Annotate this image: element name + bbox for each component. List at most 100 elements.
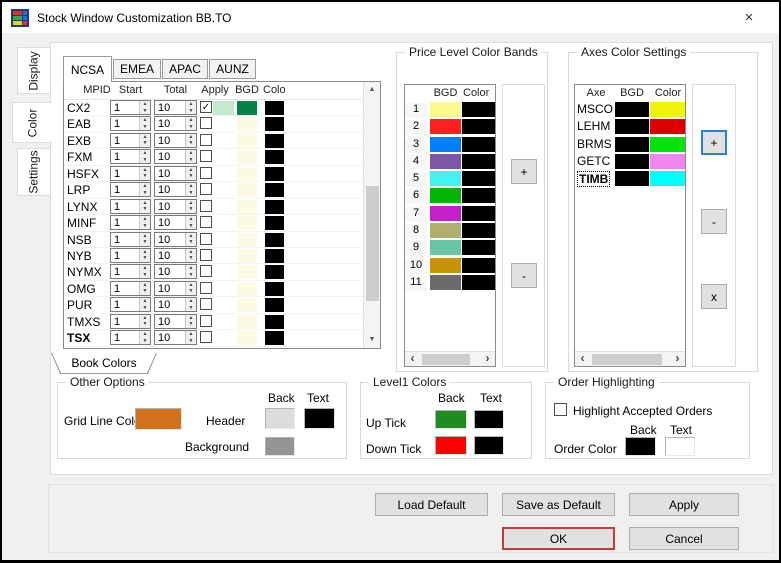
spinner-down-icon[interactable]: ▼	[140, 124, 150, 131]
band-bgd-swatch[interactable]	[430, 223, 461, 239]
price-band-remove-button[interactable]: -	[511, 263, 537, 288]
spinner-down-icon[interactable]: ▼	[186, 206, 196, 213]
spinner-down-icon[interactable]: ▼	[140, 272, 150, 279]
axe-color-swatch[interactable]	[650, 136, 685, 152]
total-spinner[interactable]: 10 ▲ ▼	[154, 165, 197, 181]
axe-bgd-swatch[interactable]	[615, 102, 649, 117]
band-bgd-swatch[interactable]	[430, 240, 461, 256]
band-color-swatch[interactable]	[462, 257, 495, 273]
apply-checkbox[interactable]	[200, 150, 212, 163]
band-color-swatch[interactable]	[462, 188, 495, 204]
total-spinner[interactable]: 10 ▲ ▼	[154, 100, 197, 115]
text-color-swatch[interactable]	[265, 248, 284, 263]
bgd-color-swatch[interactable]	[237, 199, 257, 214]
down-tick-back-swatch[interactable]	[435, 436, 467, 455]
order-text-swatch[interactable]	[665, 437, 695, 456]
start-spinner[interactable]: 1 ▲ ▼	[110, 165, 151, 181]
band-color-swatch[interactable]	[462, 274, 495, 290]
start-spinner[interactable]: 1 ▲ ▼	[110, 264, 151, 280]
total-spinner[interactable]: 10 ▲ ▼	[154, 313, 197, 329]
text-color-swatch[interactable]	[265, 232, 284, 247]
book-colors-sheet-tab[interactable]: Book Colors	[51, 353, 157, 374]
total-spinner[interactable]: 10 ▲ ▼	[154, 297, 197, 313]
total-spinner[interactable]: 10 ▲ ▼	[154, 247, 197, 263]
apply-checkbox[interactable]	[200, 314, 212, 327]
axe-bgd-swatch[interactable]	[615, 136, 649, 152]
text-color-swatch[interactable]	[265, 117, 284, 132]
apply-checkbox[interactable]	[200, 199, 212, 212]
scroll-left-icon[interactable]: ‹	[575, 352, 590, 366]
band-color-swatch[interactable]	[462, 102, 495, 117]
band-bgd-swatch[interactable]	[430, 102, 461, 117]
axe-bgd-swatch[interactable]	[615, 119, 649, 135]
spinner-down-icon[interactable]: ▼	[186, 140, 196, 147]
apply-checkbox[interactable]	[200, 133, 212, 146]
apply-checkbox[interactable]	[200, 183, 212, 196]
header-back-swatch[interactable]	[265, 408, 295, 429]
bgd-color-swatch[interactable]	[237, 298, 257, 313]
load-default-button[interactable]: Load Default	[375, 493, 488, 516]
axe-color-swatch[interactable]	[650, 119, 685, 135]
axes-remove-button[interactable]: -	[701, 209, 727, 234]
axe-bgd-swatch[interactable]	[615, 171, 649, 187]
spinner-down-icon[interactable]: ▼	[186, 321, 196, 328]
scroll-right-icon[interactable]: ›	[480, 352, 495, 366]
side-tab-settings[interactable]: Settings	[17, 148, 50, 196]
bgd-color-swatch[interactable]	[237, 117, 257, 132]
axe-label[interactable]: LEHM	[577, 119, 610, 133]
scroll-left-icon[interactable]: ‹	[405, 352, 420, 366]
band-bgd-swatch[interactable]	[430, 153, 461, 169]
apply-checkbox[interactable]	[200, 298, 212, 311]
scroll-down-icon[interactable]: ▼	[364, 332, 380, 348]
band-bgd-swatch[interactable]	[430, 188, 461, 204]
bgd-color-swatch[interactable]	[237, 232, 257, 247]
up-tick-back-swatch[interactable]	[435, 410, 467, 429]
spinner-down-icon[interactable]: ▼	[140, 255, 150, 262]
spinner-down-icon[interactable]: ▼	[186, 108, 196, 115]
bgd-color-swatch[interactable]	[237, 101, 257, 115]
scroll-up-icon[interactable]: ▲	[364, 82, 380, 98]
band-bgd-swatch[interactable]	[430, 136, 461, 152]
start-spinner[interactable]: 1 ▲ ▼	[110, 247, 151, 263]
text-color-swatch[interactable]	[265, 133, 284, 148]
start-spinner[interactable]: 1 ▲ ▼	[110, 132, 151, 148]
spinner-down-icon[interactable]: ▼	[140, 108, 150, 115]
start-spinner[interactable]: 1 ▲ ▼	[110, 280, 151, 296]
ok-button[interactable]: OK	[502, 527, 615, 550]
price-bands-horizontal-scrollbar[interactable]: ‹ ›	[405, 351, 495, 366]
spinner-down-icon[interactable]: ▼	[140, 206, 150, 213]
text-color-swatch[interactable]	[265, 281, 284, 296]
background-swatch[interactable]	[265, 437, 295, 456]
start-spinner[interactable]: 1 ▲ ▼	[110, 231, 151, 247]
total-spinner[interactable]: 10 ▲ ▼	[154, 215, 197, 231]
axe-label[interactable]: TIMB	[577, 171, 611, 188]
apply-checkbox[interactable]	[200, 166, 212, 179]
total-spinner[interactable]: 10 ▲ ▼	[154, 182, 197, 198]
band-color-swatch[interactable]	[462, 119, 495, 135]
cancel-button[interactable]: Cancel	[629, 527, 739, 550]
start-spinner[interactable]: 1 ▲ ▼	[110, 116, 151, 132]
band-color-swatch[interactable]	[462, 205, 495, 221]
spinner-down-icon[interactable]: ▼	[186, 338, 196, 345]
spinner-down-icon[interactable]: ▼	[140, 305, 150, 312]
spinner-down-icon[interactable]: ▼	[186, 190, 196, 197]
spinner-down-icon[interactable]: ▼	[186, 124, 196, 131]
bgd-color-swatch[interactable]	[237, 183, 257, 198]
spinner-down-icon[interactable]: ▼	[186, 272, 196, 279]
band-bgd-swatch[interactable]	[430, 171, 461, 187]
scrollbar-thumb[interactable]	[592, 354, 662, 365]
spinner-down-icon[interactable]: ▼	[186, 173, 196, 180]
band-color-swatch[interactable]	[462, 171, 495, 187]
spinner-down-icon[interactable]: ▼	[186, 288, 196, 295]
text-color-swatch[interactable]	[265, 216, 284, 231]
spinner-down-icon[interactable]: ▼	[186, 223, 196, 230]
scrollbar-thumb[interactable]	[422, 354, 470, 365]
region-tab-apac[interactable]: APAC	[162, 59, 208, 79]
band-bgd-swatch[interactable]	[430, 205, 461, 221]
bgd-color-swatch[interactable]	[237, 166, 257, 181]
axe-color-swatch[interactable]	[650, 171, 685, 187]
bgd-color-swatch[interactable]	[237, 281, 257, 296]
band-color-swatch[interactable]	[462, 136, 495, 152]
total-spinner[interactable]: 10 ▲ ▼	[154, 264, 197, 280]
side-tab-color[interactable]: Color	[12, 102, 52, 143]
